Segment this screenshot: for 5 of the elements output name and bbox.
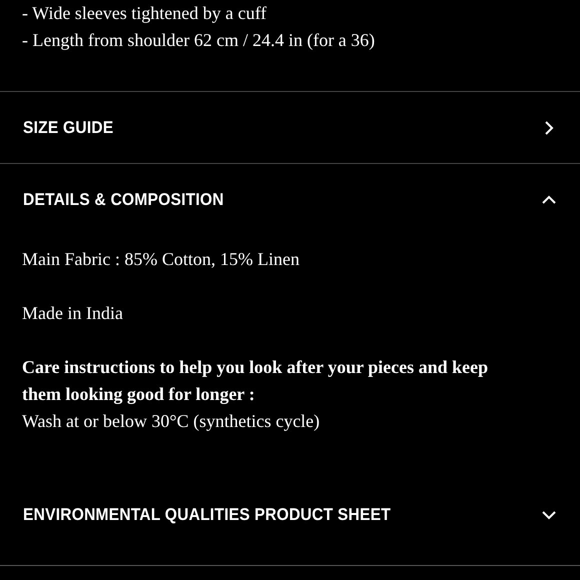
detail-paragraph: Care instructions to help you look after your pieces and keep them looking good for longer : Wash at or below 30°C (synthetics cycle) [22, 356, 490, 433]
description-line: - Length from shoulder 62 cm / 24.4 in (for a 36) [22, 29, 376, 52]
detail-paragraph: Made in India [22, 302, 124, 325]
detail-paragraph: Main Fabric : 85% Cotton, 15% Linen [22, 248, 300, 271]
description-line: - Wide sleeves tightened by a cuff [22, 2, 268, 25]
